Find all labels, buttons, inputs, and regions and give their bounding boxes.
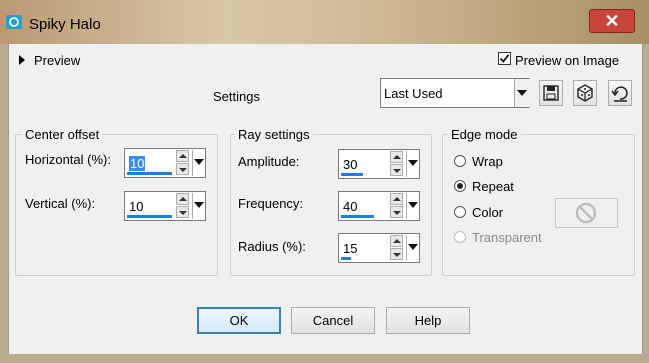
dialog-body: Preview Preview on Image Settings Last U…	[8, 44, 643, 354]
reset-button[interactable]	[608, 80, 632, 106]
down-arrow-icon[interactable]	[390, 206, 403, 218]
frequency-spinbox[interactable]: 40	[338, 191, 420, 221]
edge-mode-color-radio[interactable]	[454, 206, 466, 218]
up-arrow-icon[interactable]	[176, 193, 189, 205]
edge-mode-title: Edge mode	[448, 127, 521, 142]
ok-button[interactable]: OK	[197, 307, 281, 334]
center-offset-title: Center offset	[22, 127, 103, 142]
dice-icon	[577, 84, 593, 102]
preview-toggle-label[interactable]: Preview	[34, 53, 80, 68]
frequency-updown[interactable]	[390, 193, 405, 219]
horizontal-slider-bar[interactable]	[127, 172, 172, 175]
ray-settings-title: Ray settings	[235, 127, 313, 142]
radius-label: Radius (%):	[238, 239, 306, 254]
vertical-slider-bar[interactable]	[127, 215, 172, 218]
settings-label: Settings	[213, 89, 260, 104]
up-arrow-icon[interactable]	[176, 150, 189, 162]
cancel-button[interactable]: Cancel	[291, 307, 375, 334]
edge-mode-transparent-label: Transparent	[472, 230, 542, 245]
edge-mode-repeat-label[interactable]: Repeat	[472, 179, 514, 194]
chevron-down-icon[interactable]	[406, 193, 419, 219]
edge-mode-color-label[interactable]: Color	[472, 205, 503, 220]
vertical-label: Vertical (%):	[25, 196, 96, 211]
down-arrow-icon[interactable]	[176, 206, 189, 218]
reset-icon	[611, 86, 628, 102]
chevron-down-icon	[517, 90, 527, 96]
halo-app-icon	[6, 15, 22, 29]
radius-spinbox[interactable]: 15	[338, 233, 420, 263]
amplitude-spinbox[interactable]: 30	[338, 149, 420, 179]
preset-value: Last Used	[384, 86, 443, 101]
checkmark-icon	[499, 54, 510, 63]
edge-mode-transparent-radio	[454, 231, 466, 243]
down-arrow-icon[interactable]	[176, 163, 189, 175]
help-button[interactable]: Help	[386, 307, 470, 334]
horizontal-value[interactable]: 10	[129, 156, 146, 171]
chevron-down-icon[interactable]	[406, 235, 419, 261]
down-arrow-icon[interactable]	[390, 164, 403, 176]
chevron-down-icon[interactable]	[406, 151, 419, 177]
horizontal-label: Horizontal (%):	[25, 152, 111, 167]
horizontal-updown[interactable]	[176, 150, 191, 176]
radius-updown[interactable]	[390, 235, 405, 261]
close-button[interactable]: ✕	[589, 9, 635, 33]
up-arrow-icon[interactable]	[390, 235, 403, 247]
no-color-icon	[575, 202, 597, 224]
close-icon: ✕	[604, 11, 620, 31]
chevron-down-icon[interactable]	[192, 150, 205, 176]
up-arrow-icon[interactable]	[390, 193, 403, 205]
save-preset-button[interactable]	[539, 80, 563, 106]
down-arrow-icon[interactable]	[390, 248, 403, 260]
chevron-down-icon[interactable]	[192, 193, 205, 219]
amplitude-slider-bar[interactable]	[341, 173, 363, 176]
radius-value[interactable]: 15	[343, 241, 357, 256]
amplitude-value[interactable]: 30	[343, 157, 357, 172]
radius-slider-bar[interactable]	[341, 257, 351, 260]
edge-mode-wrap-radio[interactable]	[454, 155, 466, 167]
preset-dropdown-arrow[interactable]	[514, 79, 530, 107]
vertical-spinbox[interactable]: 10	[124, 191, 206, 221]
edge-mode-repeat-radio[interactable]	[454, 180, 466, 192]
amplitude-updown[interactable]	[390, 151, 405, 177]
vertical-updown[interactable]	[176, 193, 191, 219]
vertical-value[interactable]: 10	[129, 199, 143, 214]
expand-triangle-icon[interactable]	[19, 55, 25, 65]
frequency-value[interactable]: 40	[343, 199, 357, 214]
save-icon	[543, 85, 559, 101]
preset-dropdown[interactable]: Last Used	[380, 78, 530, 108]
up-arrow-icon[interactable]	[390, 151, 403, 163]
randomize-button[interactable]	[573, 80, 597, 106]
preview-on-image-checkbox[interactable]	[498, 52, 511, 65]
preview-on-image-label: Preview on Image	[515, 53, 620, 68]
edge-color-swatch[interactable]	[555, 198, 618, 228]
edge-mode-wrap-label[interactable]: Wrap	[472, 154, 503, 169]
window-title: Spiky Halo	[29, 16, 101, 33]
frequency-slider-bar[interactable]	[341, 215, 374, 218]
title-bar: Spiky Halo ✕	[0, 0, 649, 44]
horizontal-spinbox[interactable]: 10	[124, 148, 206, 178]
amplitude-label: Amplitude:	[238, 154, 300, 169]
frequency-label: Frequency:	[238, 196, 304, 211]
